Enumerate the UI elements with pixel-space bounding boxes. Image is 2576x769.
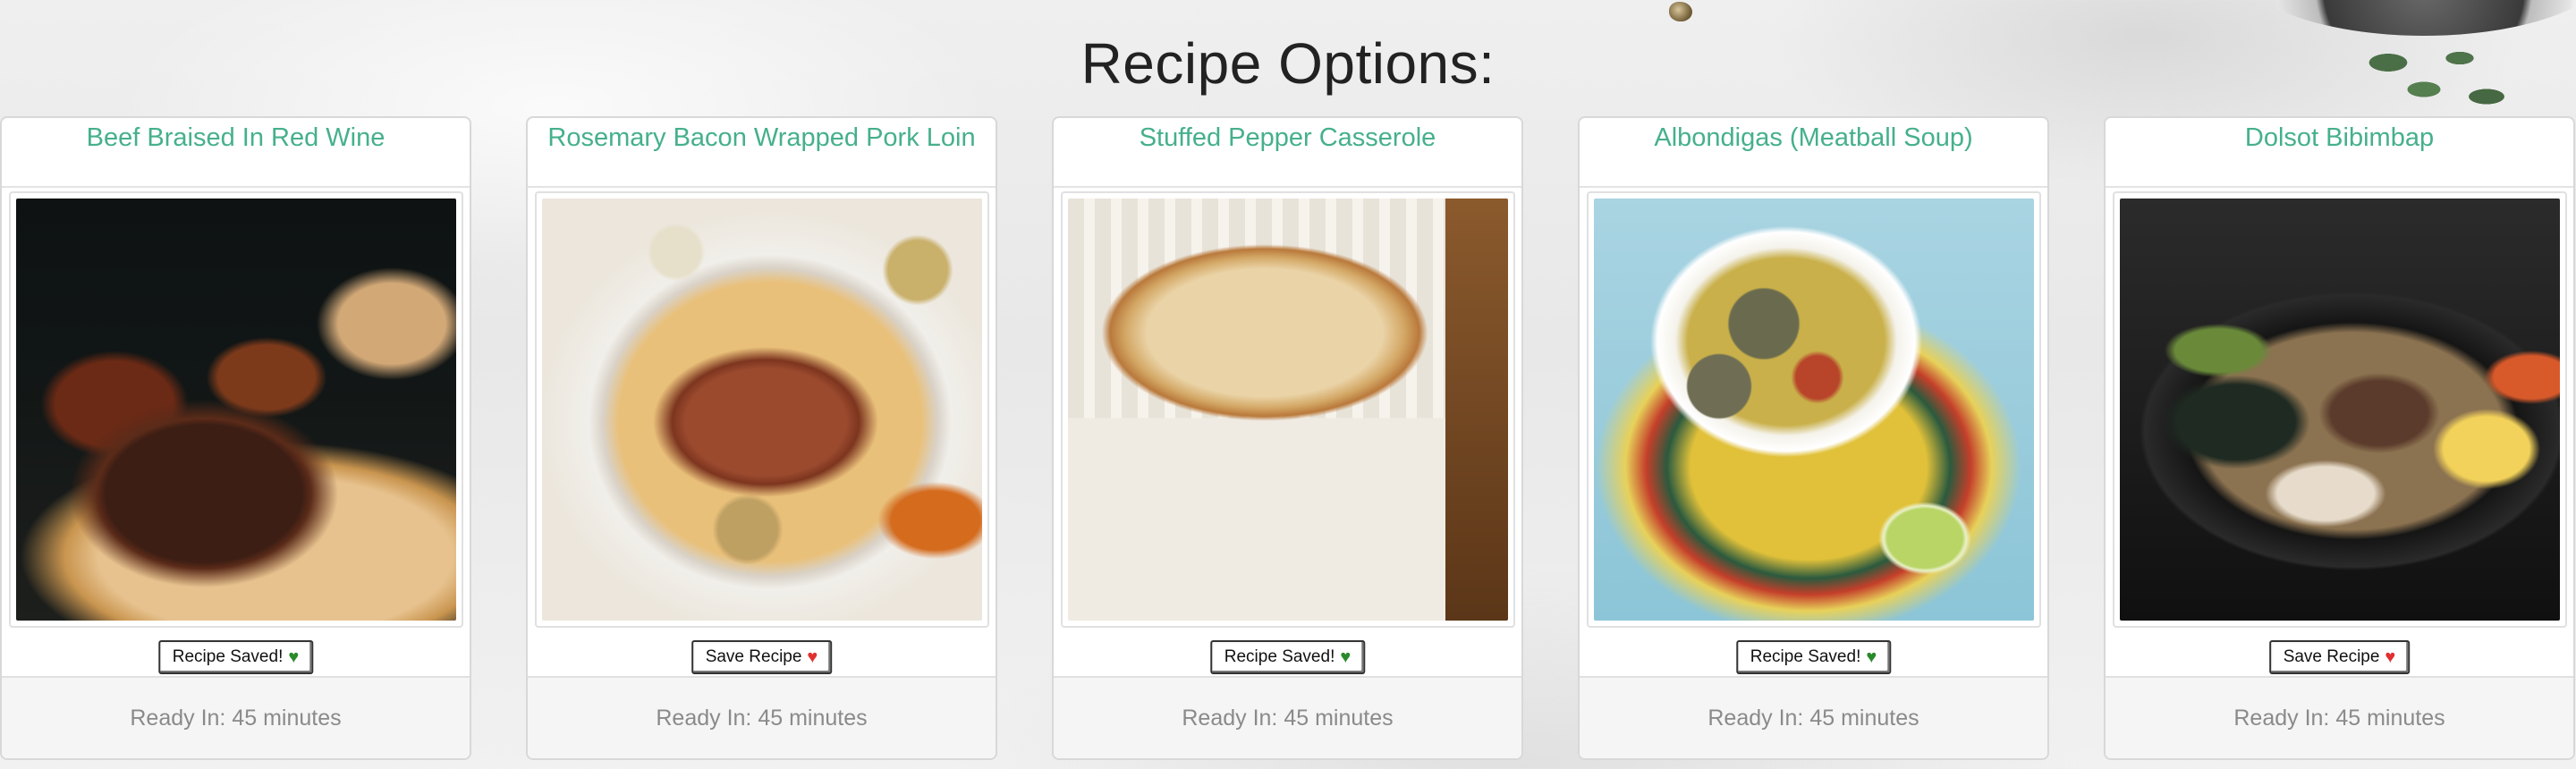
ready-in-text: Ready In: 45 minutes — [1054, 676, 1521, 758]
green-heart-icon: ♥ — [288, 647, 300, 667]
save-button-label: Recipe Saved! — [172, 647, 284, 666]
recipe-image[interactable] — [16, 199, 456, 621]
recipe-image[interactable] — [2120, 199, 2560, 621]
recipe-image[interactable] — [1594, 199, 2034, 621]
recipe-image-frame — [1061, 191, 1515, 628]
save-recipe-button[interactable]: Recipe Saved! ♥ — [1735, 640, 1892, 674]
save-button-label: Recipe Saved! — [1750, 647, 1861, 666]
save-recipe-button[interactable]: Recipe Saved! ♥ — [1209, 640, 1366, 674]
recipe-image-frame — [535, 191, 989, 628]
ready-in-text: Ready In: 45 minutes — [2106, 676, 2573, 758]
save-button-label: Save Recipe — [705, 647, 802, 666]
recipe-image-frame — [9, 191, 463, 628]
green-heart-icon: ♥ — [1866, 647, 1877, 667]
recipe-image-frame — [1587, 191, 2041, 628]
save-recipe-button[interactable]: Save Recipe ♥ — [2268, 640, 2411, 674]
recipe-image-frame — [2113, 191, 2567, 628]
save-button-label: Recipe Saved! — [1224, 647, 1335, 666]
red-heart-icon: ♥ — [2385, 647, 2396, 667]
recipe-card: Rosemary Bacon Wrapped Pork Loin Save Re… — [526, 116, 997, 760]
recipe-image[interactable] — [1068, 199, 1508, 621]
recipe-card: Stuffed Pepper Casserole Recipe Saved! ♥… — [1052, 116, 1523, 760]
recipe-card-list: Beef Braised In Red Wine Recipe Saved! ♥… — [0, 116, 2576, 760]
recipe-title-link[interactable]: Albondigas (Meatball Soup) — [1580, 118, 2047, 188]
save-recipe-button[interactable]: Recipe Saved! ♥ — [157, 640, 314, 674]
ready-in-text: Ready In: 45 minutes — [528, 676, 996, 758]
recipe-card: Beef Braised In Red Wine Recipe Saved! ♥… — [0, 116, 471, 760]
recipe-card: Albondigas (Meatball Soup) Recipe Saved!… — [1578, 116, 2049, 760]
page-title: Recipe Options: — [1080, 31, 1496, 96]
save-recipe-button[interactable]: Save Recipe ♥ — [691, 640, 833, 674]
green-heart-icon: ♥ — [1340, 647, 1352, 667]
recipe-title-link[interactable]: Beef Braised In Red Wine — [2, 118, 470, 188]
ready-in-text: Ready In: 45 minutes — [1580, 676, 2047, 758]
recipe-title-link[interactable]: Rosemary Bacon Wrapped Pork Loin — [528, 118, 996, 188]
recipe-card: Dolsot Bibimbap Save Recipe ♥ Ready In: … — [2104, 116, 2575, 760]
recipe-image[interactable] — [542, 199, 982, 621]
red-heart-icon: ♥ — [807, 647, 818, 667]
recipe-title-link[interactable]: Stuffed Pepper Casserole — [1054, 118, 1521, 188]
recipe-title-link[interactable]: Dolsot Bibimbap — [2106, 118, 2573, 188]
save-button-label: Save Recipe — [2283, 647, 2380, 666]
background-seed-decoration — [1669, 2, 1692, 21]
ready-in-text: Ready In: 45 minutes — [2, 676, 470, 758]
